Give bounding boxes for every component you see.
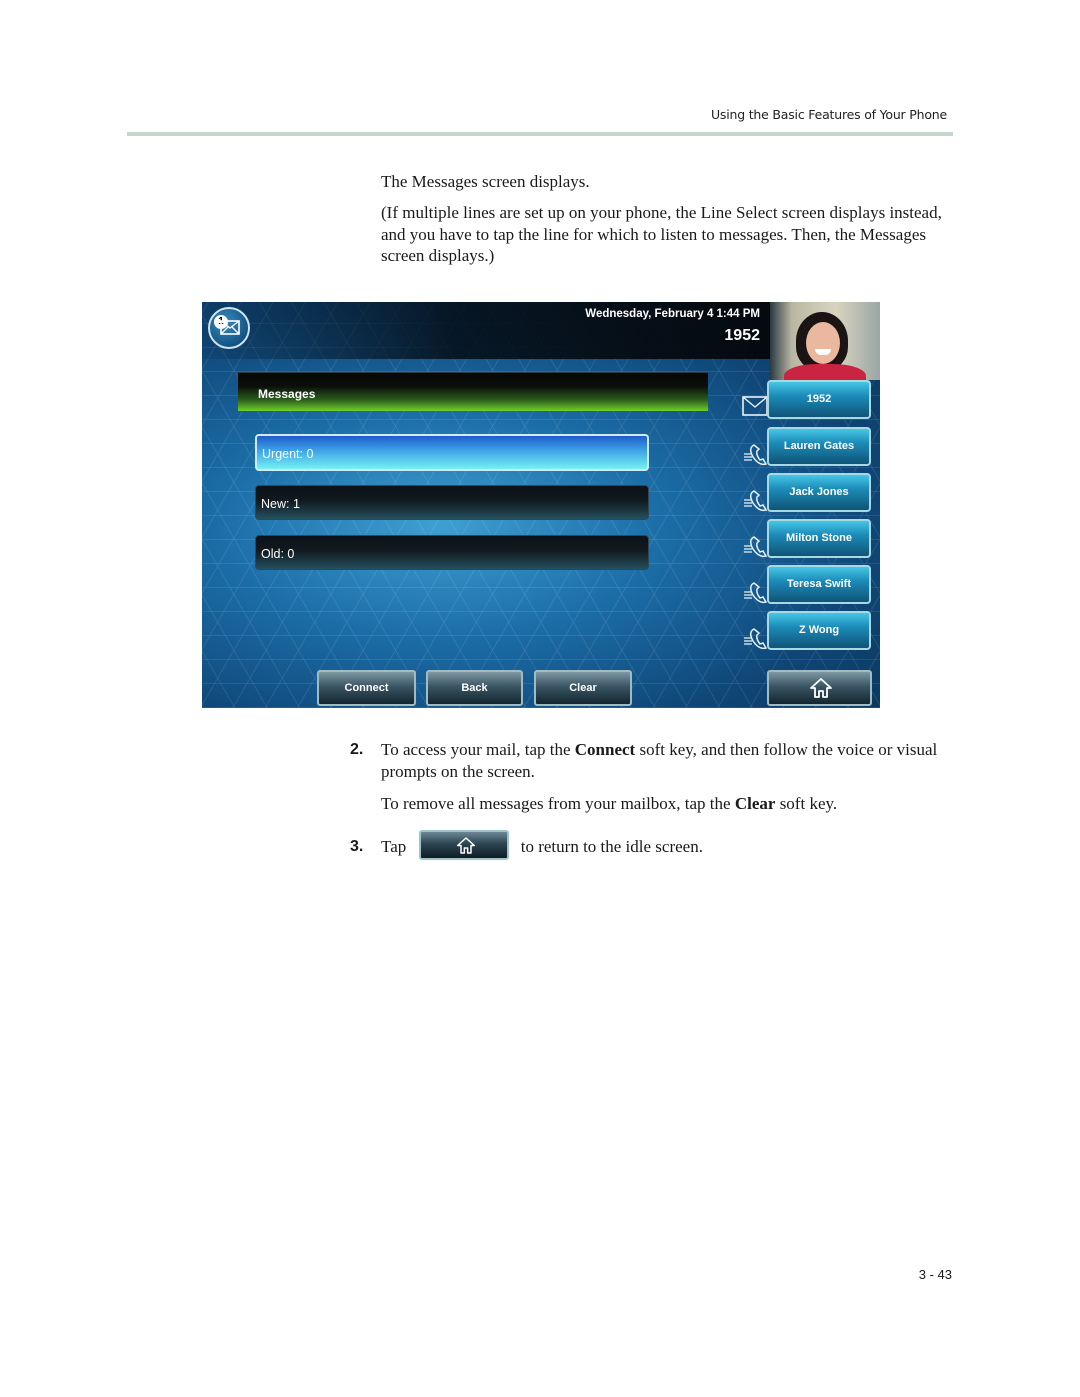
message-row-label: Old: 0 xyxy=(261,547,295,561)
message-row-label: Urgent: 0 xyxy=(262,447,314,461)
step-text: To access your mail, tap the xyxy=(381,740,575,759)
keyword-connect: Connect xyxy=(574,740,636,759)
line-key-milton-stone[interactable]: Milton Stone xyxy=(767,519,871,558)
line-key-jack-jones[interactable]: Jack Jones xyxy=(767,473,871,512)
connect-softkey[interactable]: Connect xyxy=(317,670,416,706)
back-softkey[interactable]: Back xyxy=(426,670,523,706)
line-key-teresa-swift[interactable]: Teresa Swift xyxy=(767,565,871,604)
step-number: 2. xyxy=(350,741,364,758)
note-text: (If multiple lines are set up on your ph… xyxy=(381,203,942,265)
followup-text: To remove all messages from your mailbox… xyxy=(381,794,735,813)
step-text: Tap xyxy=(381,837,407,856)
home-icon xyxy=(456,837,475,854)
clear-softkey[interactable]: Clear xyxy=(534,670,632,706)
line-key-1952[interactable]: 1952 xyxy=(767,380,871,419)
envelope-icon xyxy=(220,320,240,335)
message-row-urgent[interactable]: Urgent: 0 xyxy=(255,434,649,471)
phone-screenshot: 1 Wednesday, February 4 1:44 PM 1952 Mes… xyxy=(202,302,880,708)
step-number: 3. xyxy=(350,838,364,855)
phone-handset-icon xyxy=(744,582,768,604)
running-header: Using the Basic Features of Your Phone xyxy=(710,107,947,122)
date-time: Wednesday, February 4 1:44 PM xyxy=(585,308,760,320)
keyword-clear: Clear xyxy=(734,794,776,813)
phone-handset-icon xyxy=(744,536,768,558)
phone-handset-icon xyxy=(744,628,768,650)
header-rule xyxy=(127,132,953,136)
step-text: to return to the idle screen. xyxy=(520,837,703,856)
extension-number: 1952 xyxy=(724,327,760,344)
step-2-followup: To remove all messages from your mailbox… xyxy=(381,793,956,815)
screen-title: Messages xyxy=(258,387,316,401)
step-2: 2. To access your mail, tap the Connect … xyxy=(350,739,960,782)
phone-handset-icon xyxy=(744,490,768,512)
message-row-label: New: 1 xyxy=(261,497,300,511)
step-3: 3. Tap to return to the idle screen. xyxy=(350,830,960,861)
line-key-lauren-gates[interactable]: Lauren Gates xyxy=(767,427,871,466)
message-row-new[interactable]: New: 1 xyxy=(255,485,649,520)
envelope-icon xyxy=(742,396,768,416)
home-key-illustration xyxy=(418,830,509,861)
line-key-z-wong[interactable]: Z Wong xyxy=(767,611,871,650)
home-softkey[interactable] xyxy=(767,670,872,706)
home-icon xyxy=(810,678,832,698)
intro-text: The Messages screen displays. xyxy=(381,172,590,191)
message-row-old[interactable]: Old: 0 xyxy=(255,535,649,570)
contact-photo xyxy=(770,302,880,380)
messages-indicator[interactable]: 1 xyxy=(208,307,250,349)
phone-handset-icon xyxy=(744,444,768,466)
screen-title-bar: Messages xyxy=(238,372,708,411)
followup-text: soft key. xyxy=(775,794,838,813)
page-number: 3 - 43 xyxy=(918,1267,952,1282)
